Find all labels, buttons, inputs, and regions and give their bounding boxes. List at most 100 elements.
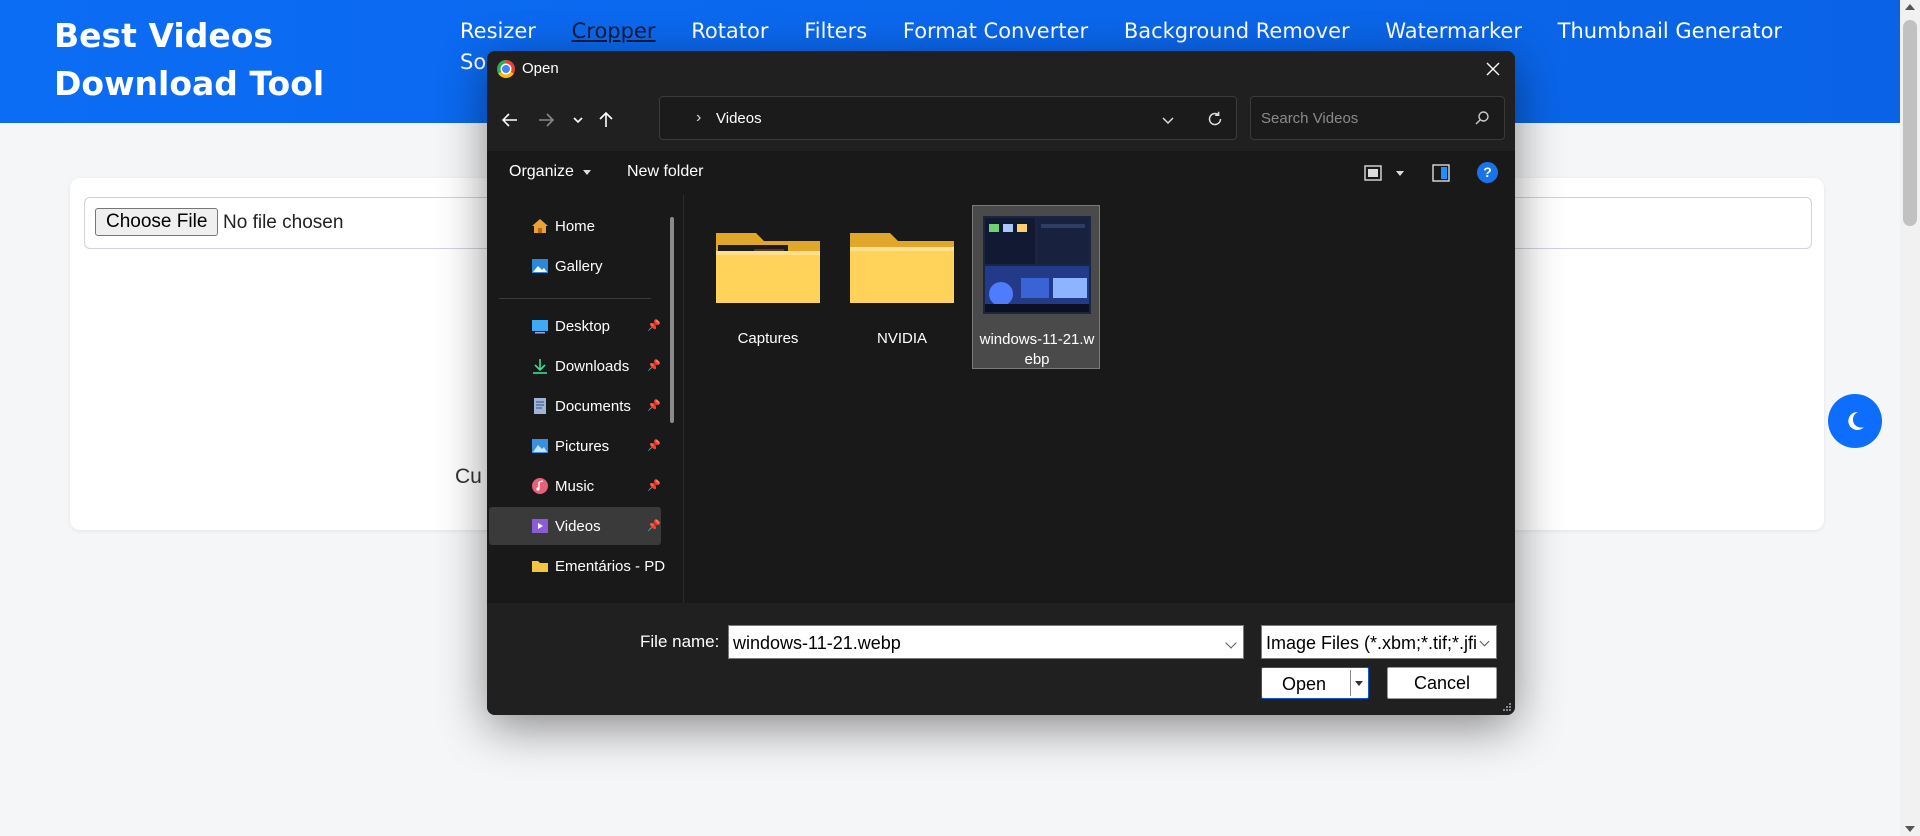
chevron-down-icon[interactable] — [1479, 636, 1490, 647]
nav-link-filters[interactable]: Filters — [804, 14, 867, 48]
file-name-input[interactable]: windows-11-21.webp — [728, 625, 1244, 659]
pin-icon[interactable]: 📌 — [647, 479, 661, 492]
sidebar-item-gallery[interactable]: Gallery — [489, 247, 661, 285]
pin-icon[interactable]: 📌 — [647, 439, 661, 452]
chevron-down-icon[interactable] — [1225, 637, 1237, 649]
file-type-value: Image Files (*.xbm;*.tif;*.jfi — [1266, 633, 1478, 653]
open-dropdown-icon[interactable] — [1355, 681, 1363, 686]
sidebar-item-ementarios[interactable]: Ementários - PD — [489, 547, 665, 585]
file-type-select[interactable]: Image Files (*.xbm;*.tif;*.jfi — [1261, 625, 1497, 659]
dialog-title: Open — [522, 60, 559, 77]
videos-icon — [532, 519, 548, 533]
scroll-thumb[interactable] — [1903, 20, 1917, 226]
dialog-close-button[interactable] — [1479, 55, 1507, 83]
image-thumbnail — [983, 216, 1091, 314]
file-name: Captures — [737, 330, 799, 347]
page-scrollbar[interactable] — [1900, 0, 1920, 836]
file-list: Captures NVIDIA windows-11-21.webp — [684, 195, 1515, 603]
pin-icon[interactable]: 📌 — [647, 319, 661, 332]
address-path[interactable]: Videos — [716, 110, 762, 127]
nav-link-resizer[interactable]: Resizer — [460, 14, 536, 48]
nav-link-thumbnail-generator[interactable]: Thumbnail Generator — [1558, 14, 1782, 48]
sidebar-divider — [499, 298, 651, 299]
view-caret-icon[interactable] — [1396, 171, 1404, 176]
site-brand[interactable]: Best Videos Download Tool — [54, 12, 434, 108]
view-options-icon[interactable] — [1363, 163, 1383, 183]
desktop-icon — [532, 320, 548, 334]
nav-link-cropper[interactable]: Cropper — [572, 14, 656, 48]
close-icon — [1486, 62, 1500, 76]
open-file-dialog: Open › Videos Search Videos Organize New… — [487, 51, 1515, 715]
file-name-value[interactable]: windows-11-21.webp — [733, 633, 901, 653]
sidebar-item-home[interactable]: Home — [489, 207, 661, 245]
address-dropdown-icon[interactable] — [1160, 112, 1176, 128]
sidebar-item-downloads[interactable]: Downloads 📌 — [489, 347, 661, 385]
sidebar-item-documents[interactable]: Documents 📌 — [489, 387, 661, 425]
theme-toggle-button[interactable] — [1828, 394, 1882, 448]
gallery-icon — [532, 259, 548, 273]
search-box[interactable]: Search Videos — [1250, 96, 1505, 140]
breadcrumb-chevron-icon: › — [696, 109, 702, 126]
sidebar-item-pictures[interactable]: Pictures 📌 — [489, 427, 661, 465]
scroll-down-arrow-icon[interactable] — [1905, 826, 1915, 832]
open-button[interactable]: Open — [1261, 667, 1369, 699]
address-bar-row: › Videos Search Videos — [487, 87, 1515, 151]
pin-icon[interactable]: 📌 — [647, 359, 661, 372]
pin-icon[interactable]: 📌 — [647, 519, 661, 532]
navigation-pane: Home Gallery Desktop 📌 Downloads 📌 Docum… — [487, 195, 684, 603]
home-icon — [532, 219, 548, 233]
folder-icon — [716, 233, 820, 303]
help-icon[interactable]: ? — [1477, 162, 1498, 183]
folder-icon — [532, 561, 548, 572]
pin-icon[interactable]: 📌 — [647, 399, 661, 412]
main-nav: Resizer Cropper Rotator Filters Format C… — [460, 14, 1880, 48]
nav-link-watermarker[interactable]: Watermarker — [1385, 14, 1522, 48]
file-name: NVIDIA — [876, 330, 927, 347]
file-item-windows-11-21[interactable]: windows-11-21.webp — [972, 205, 1100, 369]
scroll-up-arrow-icon[interactable] — [1905, 4, 1915, 10]
sidebar-item-music[interactable]: Music 📌 — [489, 467, 661, 505]
forward-button[interactable] — [533, 107, 559, 133]
chrome-icon — [497, 60, 515, 78]
refresh-icon[interactable] — [1206, 110, 1224, 128]
nav-link-background-remover[interactable]: Background Remover — [1124, 14, 1350, 48]
sidebar-item-videos[interactable]: Videos 📌 — [489, 507, 661, 545]
folder-icon — [850, 233, 954, 303]
chevron-down-icon — [573, 117, 583, 124]
dialog-titlebar[interactable]: Open — [487, 51, 1515, 87]
file-status-text: No file chosen — [223, 212, 344, 233]
back-button[interactable] — [497, 107, 523, 133]
music-icon — [532, 478, 548, 494]
partial-label: Cu — [455, 465, 482, 488]
back-arrow-icon — [501, 113, 517, 127]
dialog-footer: File name: windows-11-21.webp Image File… — [487, 603, 1515, 715]
choose-file-button[interactable]: Choose File — [95, 208, 219, 236]
moon-icon — [1848, 411, 1864, 430]
search-icon — [1475, 111, 1489, 125]
split-divider — [1350, 670, 1351, 696]
sidebar-item-desktop[interactable]: Desktop 📌 — [489, 307, 661, 345]
organize-menu[interactable]: Organize — [509, 163, 574, 181]
forward-arrow-icon — [539, 113, 555, 127]
file-item-nvidia[interactable]: NVIDIA — [838, 205, 966, 369]
nav-link-format-converter[interactable]: Format Converter — [903, 14, 1088, 48]
sidebar-scrollbar[interactable] — [670, 217, 674, 423]
preview-pane-icon[interactable] — [1431, 163, 1451, 183]
file-name: windows-11-21.webp — [979, 331, 1095, 368]
search-placeholder: Search Videos — [1261, 110, 1359, 127]
nav-link-overflow[interactable]: So — [460, 50, 486, 74]
resize-grip-icon[interactable] — [1502, 702, 1512, 712]
file-name-label: File name: — [640, 632, 720, 651]
recent-locations-button[interactable] — [565, 107, 591, 133]
up-arrow-icon — [599, 111, 613, 127]
nav-link-rotator[interactable]: Rotator — [691, 14, 768, 48]
address-bar[interactable]: › Videos — [659, 96, 1237, 140]
document-icon — [534, 398, 546, 414]
up-folder-button[interactable] — [593, 107, 619, 133]
dialog-toolbar: Organize New folder ? — [487, 151, 1515, 195]
cancel-button[interactable]: Cancel — [1387, 667, 1497, 699]
pictures-icon — [532, 439, 548, 453]
organize-caret-icon — [583, 170, 591, 175]
file-item-captures[interactable]: Captures — [704, 205, 832, 369]
new-folder-button[interactable]: New folder — [627, 163, 703, 181]
